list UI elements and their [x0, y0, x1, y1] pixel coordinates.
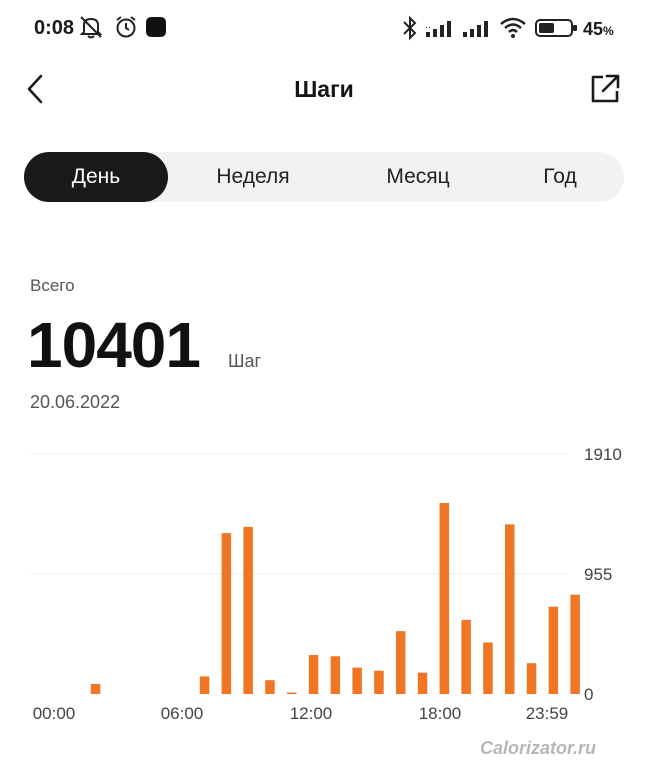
chart-bar	[505, 524, 515, 694]
period-tabs: День Неделя Месяц Год	[24, 152, 624, 202]
chart-bar	[483, 642, 493, 694]
chart-bar	[199, 676, 210, 694]
status-time: 0:08	[34, 17, 75, 39]
chart-x-tick-label: 06:00	[161, 704, 204, 723]
selected-date: 20.06.2022	[30, 392, 121, 412]
app-notification-icon	[145, 16, 167, 43]
chart-bar	[330, 656, 341, 694]
tab-year[interactable]: Год	[510, 152, 610, 202]
chart-bar	[439, 503, 450, 694]
chart-bar	[352, 667, 362, 694]
steps-bar-chart: 1910 955 0 00:00 06:00 12:00 18:00 23:59	[30, 445, 622, 723]
signal-icon: ..	[425, 18, 457, 43]
chart-bar	[287, 692, 297, 694]
total-label: Всего	[30, 276, 75, 295]
tab-week[interactable]: Неделя	[184, 152, 322, 202]
battery-percent: 45%	[583, 19, 614, 39]
alarm-icon	[113, 14, 139, 45]
share-button[interactable]	[588, 72, 622, 106]
chart-bar	[548, 606, 559, 694]
chart-y-tick-label: 0	[584, 685, 593, 704]
bell-off-icon	[78, 14, 104, 45]
app-header: Шаги	[0, 60, 648, 118]
chart-bar	[374, 670, 384, 694]
chart-bar	[265, 680, 275, 694]
status-bar: 0:08 .. 45%	[0, 0, 648, 56]
watermark: Calorizator.ru	[480, 738, 597, 758]
total-steps-value: 10401	[27, 309, 201, 381]
svg-text:..: ..	[425, 21, 431, 31]
chart-bar	[90, 683, 101, 694]
tab-day[interactable]: День	[24, 152, 168, 202]
wifi-icon	[499, 15, 527, 44]
battery-icon	[535, 18, 579, 43]
chart-bar	[526, 663, 537, 694]
tab-month[interactable]: Месяц	[350, 152, 486, 202]
chart-y-tick-label: 955	[584, 565, 612, 584]
chart-x-tick-label: 23:59	[526, 704, 569, 723]
chart-bar	[243, 526, 253, 694]
chart-y-tick-label: 1910	[584, 445, 622, 464]
chart-x-tick-label: 12:00	[290, 704, 333, 723]
chart-x-tick-label: 18:00	[419, 704, 462, 723]
chart-bar	[417, 672, 428, 694]
chart-bar	[461, 619, 471, 694]
page-title: Шаги	[294, 76, 354, 102]
chart-bar	[221, 533, 232, 694]
external-link-icon	[591, 74, 620, 103]
chart-bar	[396, 631, 406, 694]
signal-icon	[462, 18, 494, 43]
total-steps-unit: Шаг	[228, 351, 262, 371]
bluetooth-icon	[400, 15, 420, 46]
chart-bar	[308, 655, 319, 694]
chart-x-tick-label: 00:00	[33, 704, 76, 723]
chart-bar	[570, 594, 580, 694]
